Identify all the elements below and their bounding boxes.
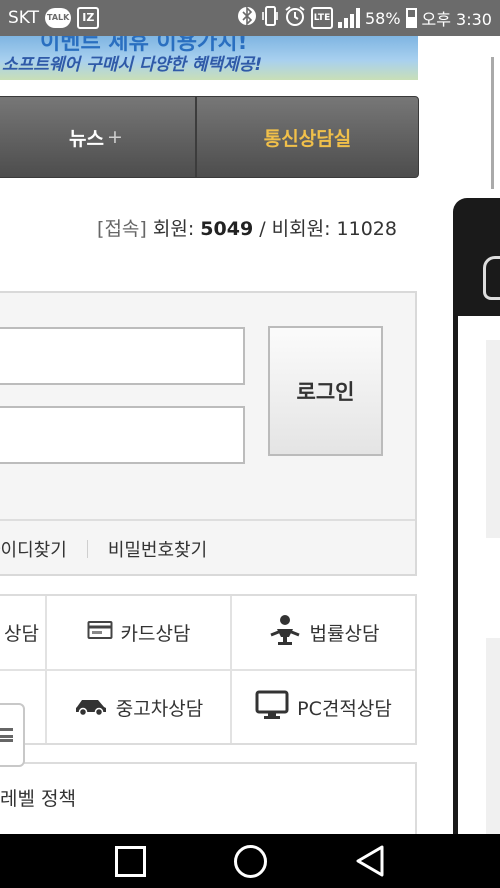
level-policy-box[interactable]: 레벨 정책 [0,762,417,842]
promo-banner[interactable]: 이벤트 제휴 이용가치! 소프트웨어 구매시 다양한 혜택제공! [0,36,418,80]
card-icon [87,620,113,645]
side-panel-icon [483,256,500,300]
law-icon [268,613,302,652]
login-button[interactable]: 로그인 [268,326,383,456]
visitor-tag: [접속] [97,218,147,240]
nav-comm-label: 통신상담실 [263,127,352,150]
consult-item-law[interactable]: 법률상담 [232,596,415,669]
id-input[interactable] [0,327,245,385]
nav-news-plus: + [107,126,123,148]
guests-count: 11028 [336,218,397,240]
visitor-count: [접속] 회원: 5049 / 비회원: 11028 [97,214,397,241]
consult-label: 카드상담 [120,623,191,645]
battery-icon [405,8,417,28]
system-nav-bar [0,834,500,888]
consult-menu: 상담 카드상담 법률상담 중고차상담 PC견적상담 [0,594,417,745]
floating-menu-button[interactable] [0,703,25,767]
consult-item-partial[interactable]: 상담 [0,596,43,669]
find-password-link[interactable]: 비밀번호찾기 [108,536,207,562]
recent-apps-button[interactable] [100,834,160,888]
password-input[interactable] [0,406,245,464]
guests-label: 비회원: [271,218,337,240]
banner-subtext: 소프트웨어 구매시 다양한 혜택제공! [2,55,263,75]
consult-item-card[interactable]: 카드상담 [47,596,230,669]
scroll-indicator[interactable] [491,57,494,189]
bluetooth-icon [237,6,256,30]
side-panel-block [486,340,500,538]
menu-icon [0,728,13,742]
car-icon [74,694,108,721]
link-divider [86,539,88,558]
login-links: 아이디찾기 비밀번호찾기 [0,519,415,576]
back-button[interactable] [340,834,400,888]
lte-icon: LTE [310,7,333,29]
members-count: 5049 [200,218,254,240]
home-button[interactable] [220,834,280,888]
side-panel[interactable] [453,198,500,838]
signal-icon [337,8,360,28]
consult-label: 법률상담 [309,623,380,645]
back-triangle-icon [356,845,384,877]
consult-label: 상담 [4,623,39,645]
login-box: 로그인 아이디찾기 비밀번호찾기 [0,291,417,576]
status-bar: SKT TALK IZ LTE 58% 오후 3:30 [0,0,500,36]
nav-news-label: 뉴스 [69,127,105,150]
circle-icon [233,844,267,878]
consult-item-usedcar[interactable]: 중고차상담 [47,671,230,744]
level-policy-label: 레벨 정책 [0,788,76,810]
find-id-link[interactable]: 아이디찾기 [0,536,67,562]
app-notification-icon: IZ [77,7,100,29]
visitor-separator: / [253,218,272,240]
side-panel-block [486,638,500,838]
battery-percent: 58% [364,8,401,28]
consult-label: PC견적상담 [297,698,392,720]
square-icon [114,845,146,877]
alarm-icon [284,5,306,31]
talk-icon: TALK [45,8,72,28]
consult-item-pc[interactable]: PC견적상담 [232,671,415,744]
nav-news[interactable]: 뉴스 + [0,97,197,177]
vibrate-icon [261,5,279,31]
main-nav: 뉴스 + 통신상담실 [0,96,419,178]
consult-label: 중고차상담 [115,698,204,720]
carrier-label: SKT [8,8,40,28]
nav-comm-consult[interactable]: 통신상담실 [197,97,418,177]
members-label: 회원: [152,218,201,240]
browser-page: SKT TALK IZ LTE 58% 오후 3:30 이벤트 제휴 이용가치! [0,0,500,888]
clock: 오후 3:30 [421,10,492,29]
monitor-icon [255,690,289,725]
